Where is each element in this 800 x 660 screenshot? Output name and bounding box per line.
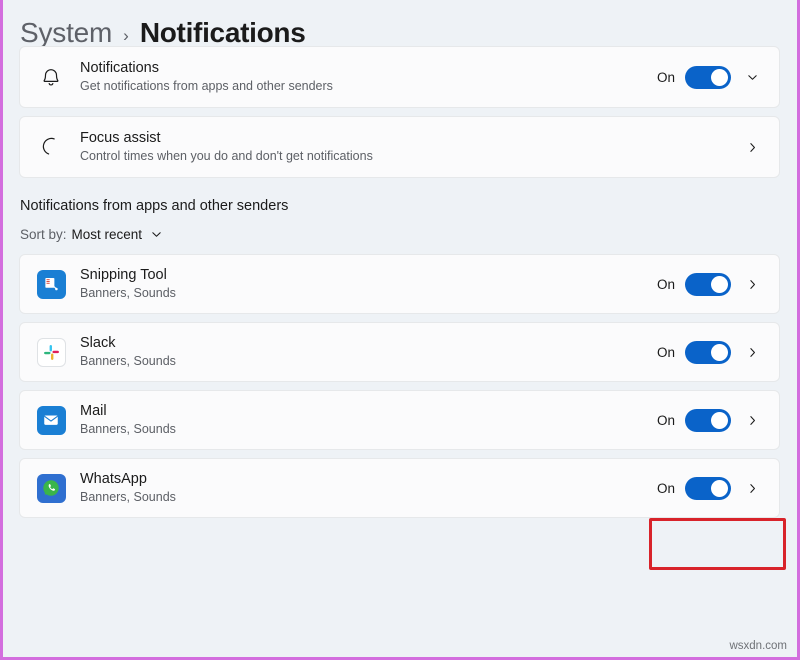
chevron-right-icon[interactable] — [741, 341, 763, 363]
app-row-snipping-tool[interactable]: Snipping Tool Banners, Sounds On — [19, 254, 780, 314]
app-name: WhatsApp — [80, 471, 147, 487]
sort-by-label: Sort by: — [20, 227, 67, 242]
card-notifications-controls: On — [656, 65, 763, 89]
app-row-snipping-tool-controls: On — [656, 272, 763, 296]
app-toggle-slack[interactable] — [685, 340, 731, 364]
bell-icon — [34, 66, 68, 88]
slack-icon — [34, 337, 68, 367]
section-heading: Notifications from apps and other sender… — [20, 198, 289, 214]
sort-by-control[interactable]: Sort by: Most recent — [20, 227, 797, 242]
app-toggle-mail[interactable] — [685, 408, 731, 432]
app-toggle-state: On — [656, 412, 675, 428]
toggle-knob — [711, 411, 728, 429]
card-focus-assist[interactable]: Focus assist Control times when you do a… — [19, 116, 780, 178]
app-name: Slack — [80, 335, 116, 351]
app-toggle-state: On — [656, 276, 675, 292]
chevron-right-icon[interactable] — [741, 273, 763, 295]
app-notification-types: Banners, Sounds — [80, 490, 176, 504]
card-notifications-text: Notifications Get notifications from app… — [80, 59, 657, 95]
app-row-mail-controls: On — [656, 408, 763, 432]
app-toggle-state: On — [656, 480, 675, 496]
card-notifications[interactable]: Notifications Get notifications from app… — [19, 46, 780, 108]
app-row-mail[interactable]: Mail Banners, Sounds On — [19, 390, 780, 450]
app-toggle-whatsapp[interactable] — [685, 476, 731, 500]
chevron-down-icon[interactable] — [741, 66, 763, 88]
card-focus-assist-title: Focus assist — [80, 130, 161, 146]
toggle-knob — [711, 68, 728, 86]
toggle-knob — [711, 275, 728, 293]
notifications-toggle-state: On — [656, 69, 675, 85]
app-notification-types: Banners, Sounds — [80, 286, 176, 300]
snipping-tool-icon — [34, 269, 68, 299]
chevron-right-icon[interactable] — [741, 477, 763, 499]
card-notifications-title: Notifications — [80, 60, 159, 76]
whatsapp-icon — [34, 473, 68, 503]
chevron-right-icon[interactable] — [741, 136, 763, 158]
watermark: wsxdn.com — [729, 640, 787, 652]
toggle-knob — [711, 479, 728, 497]
app-row-slack-controls: On — [656, 340, 763, 364]
app-notification-types: Banners, Sounds — [80, 354, 176, 368]
mail-icon — [34, 405, 68, 435]
moon-icon — [34, 136, 68, 158]
app-row-mail-text: Mail Banners, Sounds — [80, 402, 657, 438]
app-name: Mail — [80, 403, 107, 419]
breadcrumb: System › Notifications — [3, 0, 797, 49]
chevron-right-icon[interactable] — [741, 409, 763, 431]
breadcrumb-parent-system[interactable]: System — [20, 17, 112, 49]
app-row-whatsapp-text: WhatsApp Banners, Sounds — [80, 470, 657, 506]
card-focus-assist-text: Focus assist Control times when you do a… — [80, 129, 731, 165]
card-notifications-subtitle: Get notifications from apps and other se… — [80, 79, 333, 93]
app-row-whatsapp-controls: On — [656, 476, 763, 500]
app-toggle-state: On — [656, 344, 675, 360]
app-row-whatsapp[interactable]: WhatsApp Banners, Sounds On — [19, 458, 780, 518]
card-focus-assist-controls — [731, 136, 763, 158]
page-title: Notifications — [139, 17, 306, 48]
settings-page: System › Notifications Notifications Get… — [0, 0, 800, 660]
toggle-knob — [711, 343, 728, 361]
sort-by-value: Most recent — [71, 227, 143, 242]
app-row-snipping-tool-text: Snipping Tool Banners, Sounds — [80, 266, 657, 302]
notifications-toggle[interactable] — [685, 65, 731, 89]
app-row-slack-text: Slack Banners, Sounds — [80, 334, 657, 370]
highlight-annotation-mail-toggle — [649, 518, 786, 570]
card-focus-assist-subtitle: Control times when you do and don't get … — [80, 149, 373, 163]
breadcrumb-separator-icon: › — [123, 25, 129, 45]
app-notification-types: Banners, Sounds — [80, 422, 176, 436]
app-name: Snipping Tool — [80, 267, 167, 283]
app-toggle-snipping-tool[interactable] — [685, 272, 731, 296]
app-row-slack[interactable]: Slack Banners, Sounds On — [19, 322, 780, 382]
chevron-down-icon[interactable] — [150, 228, 163, 241]
